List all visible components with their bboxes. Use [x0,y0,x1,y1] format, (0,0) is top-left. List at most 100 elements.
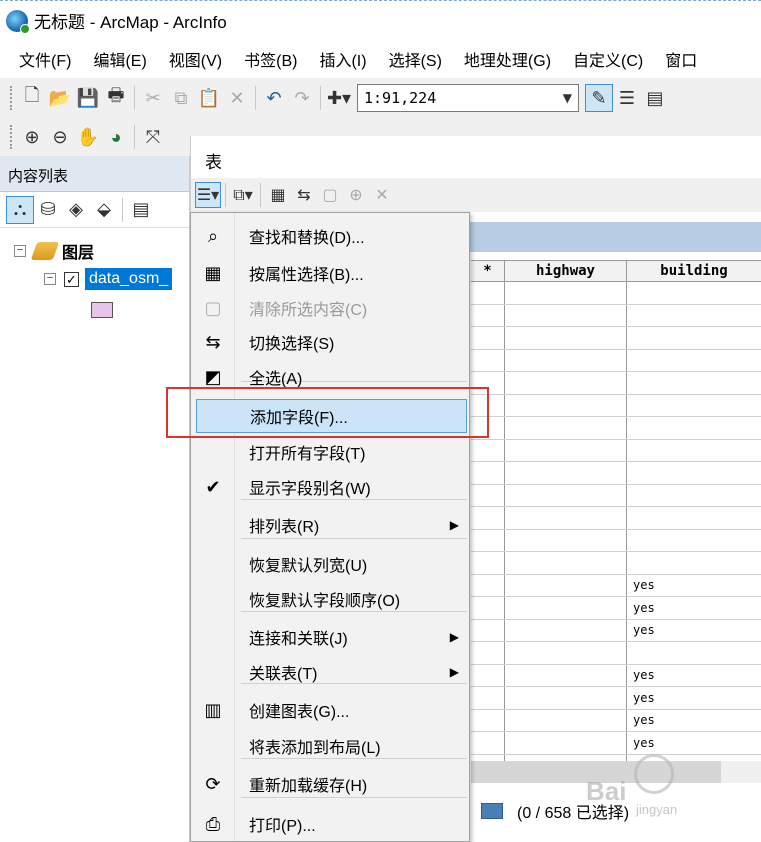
layer-name[interactable]: data_osm_ [85,268,173,290]
table-row[interactable]: yes [471,709,761,732]
undo-icon[interactable]: ↶ [260,84,288,112]
chevron-down-icon[interactable]: ▼ [563,91,572,105]
layers-group-row[interactable]: − 图层 [14,238,94,264]
delete-icon[interactable]: ✕ [223,84,251,112]
table-cell[interactable] [505,304,627,326]
table-row[interactable]: yes [471,664,761,687]
table-cell[interactable] [627,305,761,327]
table-row[interactable] [471,304,761,327]
table-row[interactable]: yes [471,687,761,710]
menu-item[interactable]: ⇆ 切换选择(S) [191,325,469,359]
table-cell[interactable] [471,574,505,596]
menu-item[interactable]: 恢复默认列宽(U) [191,547,469,581]
table-cell[interactable] [471,732,505,754]
table-row[interactable] [471,372,761,395]
table-row[interactable] [471,327,761,350]
menu-bookmarks[interactable]: 书签(B) [233,41,308,77]
table-cell[interactable]: yes [627,597,761,619]
copy-icon[interactable]: ⧉ [167,84,195,112]
list-by-drawing-order-icon[interactable]: ⛬ [6,195,34,224]
table-cell[interactable] [505,574,627,596]
table-cell[interactable] [471,709,505,731]
table-row[interactable]: yes [471,732,761,755]
print-icon[interactable]: 🖶 [102,84,130,112]
menu-item[interactable]: ▢ 清除所选内容(C) [191,291,469,325]
table-cell[interactable] [471,664,505,686]
table-row[interactable]: yes [471,574,761,597]
map-scale-combobox[interactable]: 1:91,224 ▼ [357,84,579,112]
cut-icon[interactable]: ✂ [139,84,167,112]
layer-row[interactable]: − ✓ data_osm_ [44,266,173,292]
full-extent-globe-icon[interactable]: ◕ [102,123,130,151]
table-cell[interactable] [471,552,505,574]
table-cell[interactable] [627,552,761,574]
table-cell[interactable]: yes [627,575,761,597]
toolbar-grip[interactable] [10,86,14,110]
table-cell[interactable] [471,349,505,371]
menu-item[interactable]: ⌕ 查找和替换(D)... [191,219,469,253]
table-cell[interactable] [505,664,627,686]
table-cell[interactable]: yes [627,710,761,732]
table-cell[interactable] [505,327,627,349]
related-tables-icon[interactable]: ⧉▾ [230,182,256,208]
table-cell[interactable]: yes [627,732,761,754]
table-options-icon[interactable]: ☰▾ [195,182,221,208]
menu-file[interactable]: 文件(F) [8,41,82,77]
table-cell[interactable] [505,619,627,641]
fixed-zoom-in-icon[interactable]: ⤧ [139,123,167,151]
menu-item[interactable]: ✔ 显示字段别名(W) [191,470,469,504]
menu-item[interactable]: 排列表(R) ▶ [191,508,469,542]
table-cell[interactable] [471,529,505,551]
table-cell[interactable] [627,642,761,664]
toolbar-grip[interactable] [10,125,14,149]
menu-selection[interactable]: 选择(S) [378,41,453,77]
table-cell[interactable] [627,282,761,304]
table-cell[interactable] [505,417,627,439]
table-cell[interactable] [471,597,505,619]
select-by-attributes-icon[interactable]: ▦ [265,182,291,208]
catalog-window-icon[interactable]: ▤ [641,84,669,112]
table-row[interactable] [471,462,761,485]
new-document-icon[interactable]: 🗋 [18,84,46,112]
table-cell[interactable] [505,484,627,506]
show-all-records-icon[interactable] [481,803,503,819]
table-cell[interactable] [505,597,627,619]
menu-item[interactable]: ▥ 创建图表(G)... [191,693,469,727]
table-cell[interactable] [471,327,505,349]
collapse-icon[interactable]: − [14,245,26,257]
table-cell[interactable] [471,304,505,326]
menu-windows[interactable]: 窗口 [654,41,708,77]
menu-item[interactable]: 打开所有字段(T) [191,435,469,469]
paste-icon[interactable]: 📋 [195,84,223,112]
table-cell[interactable] [627,327,761,349]
column-header-building[interactable]: building [627,261,761,281]
table-row[interactable]: yes [471,597,761,620]
menu-insert[interactable]: 插入(I) [308,41,377,77]
table-cell[interactable] [627,507,761,529]
table-cell[interactable] [505,507,627,529]
menu-edit[interactable]: 编辑(E) [82,41,157,77]
table-cell[interactable] [505,687,627,709]
table-row[interactable] [471,507,761,530]
clear-selection-icon[interactable]: ▢ [317,182,343,208]
table-cell[interactable] [471,507,505,529]
list-by-visibility-icon[interactable]: ◈ [62,196,90,224]
open-folder-icon[interactable]: 📂 [46,84,74,112]
layer-visibility-checkbox[interactable]: ✓ [64,271,79,287]
table-row[interactable] [471,282,761,305]
table-row[interactable] [471,394,761,417]
table-cell[interactable] [505,552,627,574]
table-row[interactable] [471,529,761,552]
table-cell[interactable] [505,529,627,551]
table-cell[interactable]: yes [627,665,761,687]
menu-item[interactable]: 关联表(T) ▶ [191,655,469,689]
editor-toolbar-icon[interactable]: ✎ [585,84,613,112]
table-cell[interactable] [627,350,761,372]
menu-customize[interactable]: 自定义(C) [562,41,654,77]
table-cell[interactable] [471,642,505,664]
table-cell[interactable] [627,372,761,394]
layer-symbol-swatch[interactable] [91,302,113,318]
add-data-icon[interactable]: ✚▾ [325,84,353,112]
table-cell[interactable] [505,642,627,664]
table-cell[interactable] [627,485,761,507]
